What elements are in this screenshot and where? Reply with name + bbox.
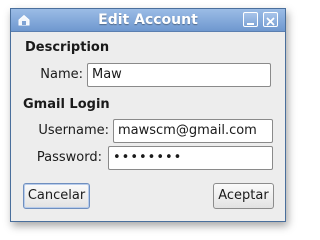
username-field[interactable]: mawscm@gmail.com [113, 119, 273, 143]
title-bar[interactable]: Edit Account [11, 9, 285, 32]
minimize-button[interactable] [243, 12, 258, 27]
edit-account-dialog: Edit Account Description Name: Maw Gmail… [10, 8, 286, 222]
close-button[interactable] [263, 12, 278, 27]
username-label: Username: [38, 123, 109, 138]
name-label: Name: [40, 67, 83, 82]
name-field[interactable]: Maw [87, 63, 271, 87]
cancel-button[interactable]: Cancelar [23, 183, 90, 209]
close-icon [266, 17, 275, 26]
accept-button[interactable]: Aceptar [213, 183, 274, 209]
description-heading: Description [25, 40, 110, 55]
password-label: Password: [36, 150, 102, 165]
password-field[interactable]: •••••••• [108, 146, 273, 170]
minimize-icon [247, 23, 254, 25]
gmail-login-heading: Gmail Login [23, 97, 110, 112]
